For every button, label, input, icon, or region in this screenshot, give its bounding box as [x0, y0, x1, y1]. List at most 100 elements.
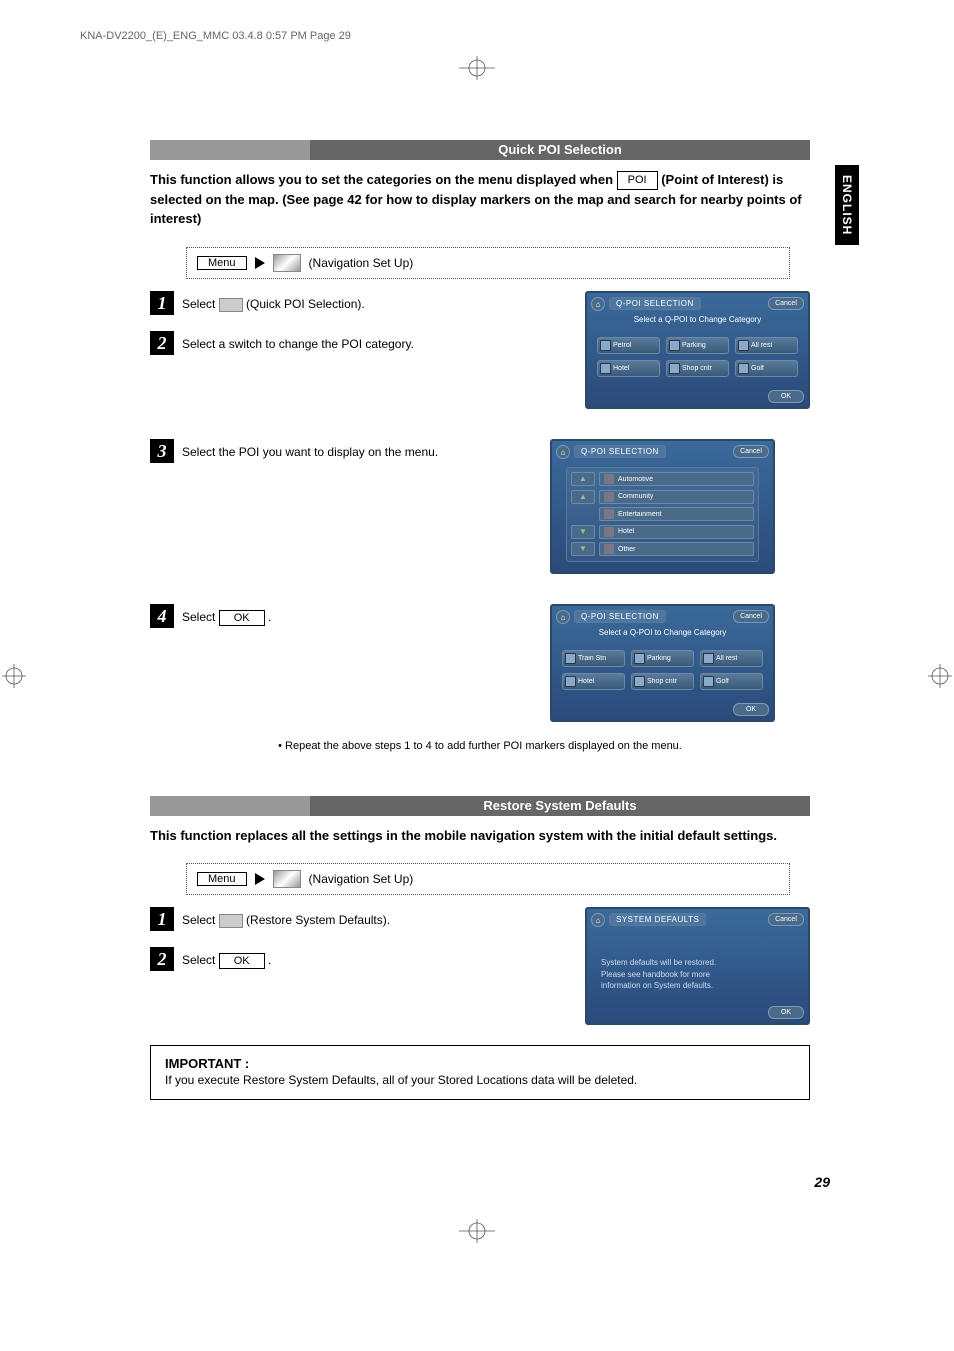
step1b-pre: Select	[182, 913, 215, 927]
intro-text-2: This function replaces all the settings …	[150, 826, 810, 846]
reg-mark-left	[0, 662, 28, 690]
step-3-text: Select the POI you want to display on th…	[182, 439, 438, 462]
menu-path-2: Menu (Navigation Set Up)	[186, 863, 790, 895]
ok-box: OK	[219, 610, 265, 626]
screen1-title: Q-POI SELECTION	[609, 297, 701, 310]
nav-setup-label: (Navigation Set Up)	[309, 256, 414, 270]
step1-pre: Select	[182, 297, 215, 311]
important-title: IMPORTANT :	[165, 1056, 795, 1071]
header-line: KNA-DV2200_(E)_ENG_MMC 03.4.8 0:57 PM Pa…	[80, 30, 351, 42]
home-icon-4: ⌂	[591, 913, 605, 927]
screen-qpoi-2: ⌂ Q-POI SELECTION Cancel ▲ Automotive ▲ …	[550, 439, 775, 574]
li-ent: Entertainment	[618, 511, 662, 518]
btn-petrol: Petrol	[597, 337, 660, 354]
screen4-ok: OK	[768, 1006, 804, 1019]
step-2-text: Select a switch to change the POI catego…	[182, 331, 414, 354]
screen4-title: SYSTEM DEFAULTS	[609, 913, 706, 926]
step-1b-text: Select (Restore System Defaults).	[182, 907, 390, 930]
list-row: ▼ Other	[571, 542, 754, 557]
step-1-text: Select (Quick POI Selection).	[182, 291, 365, 314]
page-down-icon: ▼	[571, 542, 595, 556]
arrow-icon	[255, 257, 265, 269]
step1b-post: (Restore System Defaults).	[246, 913, 390, 927]
nav-setup-label-2: (Navigation Set Up)	[309, 872, 414, 886]
nav-setup-icon-2	[273, 870, 301, 888]
restore-icon	[219, 914, 243, 928]
step2b-post: .	[268, 953, 271, 967]
reg-mark-right	[926, 662, 954, 690]
home-icon-2: ⌂	[556, 445, 570, 459]
screen-sysdef: ⌂ SYSTEM DEFAULTS Cancel System defaults…	[585, 907, 810, 1025]
msg1: System defaults will be restored.	[601, 957, 794, 968]
step-3-number: 3	[150, 439, 174, 463]
btn-trainstn: Train Stn	[562, 650, 625, 667]
home-icon: ⌂	[591, 297, 605, 311]
btn-golf: Golf	[735, 360, 798, 377]
screen2-cancel: Cancel	[733, 445, 769, 458]
page-up-icon: ▲	[571, 472, 595, 486]
step2b-pre: Select	[182, 953, 215, 967]
step-2b-number: 2	[150, 947, 174, 971]
menu-box: Menu	[197, 256, 247, 270]
step-2b-text: Select OK .	[182, 947, 271, 970]
intro-text: This function allows you to set the cate…	[150, 170, 810, 229]
step-1-number: 1	[150, 291, 174, 315]
menu-path: Menu (Navigation Set Up)	[186, 247, 790, 279]
screen1-ok: OK	[768, 390, 804, 403]
section-title-qpoi: Quick POI Selection	[150, 140, 810, 160]
list-row: ▼ Hotel	[571, 525, 754, 540]
btn-hotel: Hotel	[597, 360, 660, 377]
list-row: Entertainment	[571, 507, 754, 522]
btn-shopcntr: Shop cntr	[666, 360, 729, 377]
section-title-restore: Restore System Defaults	[150, 796, 810, 816]
step-4-number: 4	[150, 604, 174, 628]
btn-golf-2: Golf	[700, 673, 763, 690]
msg2: Please see handbook for more	[601, 969, 794, 980]
section-title-text: Quick POI Selection	[310, 140, 810, 160]
nav-setup-icon	[273, 254, 301, 272]
page-number: 29	[814, 1174, 830, 1190]
btn-parking-2: Parking	[631, 650, 694, 667]
language-tab: ENGLISH	[835, 165, 859, 245]
list-row: ▲ Automotive	[571, 472, 754, 487]
step1-post: (Quick POI Selection).	[246, 297, 365, 311]
poi-box: POI	[617, 171, 658, 190]
step4-pre: Select	[182, 610, 215, 624]
btn-allrest-2: All rest	[700, 650, 763, 667]
msg3: information on System defaults.	[601, 980, 794, 991]
screen-qpoi-1: ⌂ Q-POI SELECTION Cancel Select a Q-POI …	[585, 291, 810, 409]
step-2-number: 2	[150, 331, 174, 355]
important-text: If you execute Restore System Defaults, …	[165, 1071, 795, 1089]
btn-shopcntr-2: Shop cntr	[631, 673, 694, 690]
screen3-sub: Select a Q-POI to Change Category	[552, 628, 773, 637]
reg-mark-bottom	[0, 1217, 954, 1245]
btn-parking: Parking	[666, 337, 729, 354]
line-up-icon: ▲	[571, 490, 595, 504]
step-1b-number: 1	[150, 907, 174, 931]
list-row: ▲ Community	[571, 489, 754, 504]
screen2-title: Q-POI SELECTION	[574, 445, 666, 458]
screen4-cancel: Cancel	[768, 913, 804, 926]
btn-allrest: All rest	[735, 337, 798, 354]
screen3-title: Q-POI SELECTION	[574, 610, 666, 623]
btn-hotel-2: Hotel	[562, 673, 625, 690]
section-title-text-2: Restore System Defaults	[310, 796, 810, 816]
menu-box-2: Menu	[197, 872, 247, 886]
li-other: Other	[618, 546, 636, 553]
ok-box-2: OK	[219, 953, 265, 969]
li-hotel: Hotel	[618, 528, 634, 535]
screen3-cancel: Cancel	[733, 610, 769, 623]
step4-post: .	[268, 610, 271, 624]
step-4-text: Select OK .	[182, 604, 271, 627]
intro-line-1: This function allows you to set the cate…	[150, 172, 613, 187]
repeat-note: • Repeat the above steps 1 to 4 to add f…	[150, 740, 810, 752]
home-icon-3: ⌂	[556, 610, 570, 624]
li-comm: Community	[618, 493, 653, 500]
line-down-icon: ▼	[571, 525, 595, 539]
important-box: IMPORTANT : If you execute Restore Syste…	[150, 1045, 810, 1100]
qpoi-icon	[219, 298, 243, 312]
reg-mark-top	[0, 54, 954, 82]
sysdef-msg: System defaults will be restored. Please…	[601, 957, 794, 991]
arrow-icon-2	[255, 873, 265, 885]
screen1-sub: Select a Q-POI to Change Category	[587, 315, 808, 324]
